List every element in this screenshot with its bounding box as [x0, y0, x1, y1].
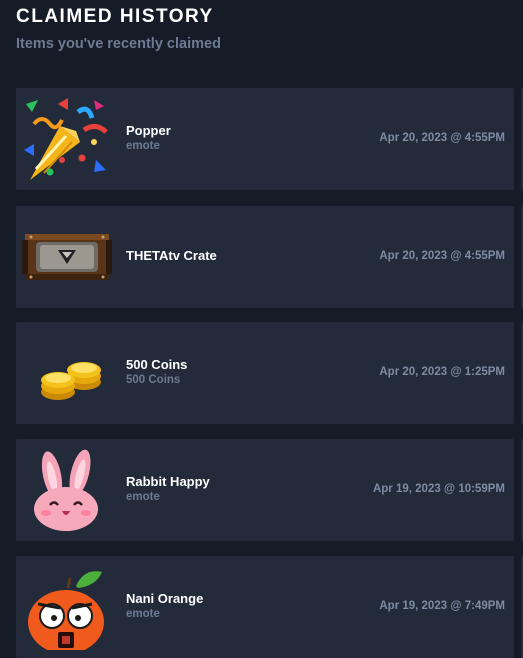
item-claim-date: Apr 20, 2023 @ 4:55PM: [379, 250, 505, 262]
item-type: emote: [126, 608, 160, 620]
coins-icon: [22, 330, 112, 416]
item-name: 500 Coins: [126, 357, 188, 372]
item-name: Rabbit Happy: [126, 474, 210, 489]
rabbit-icon: [22, 447, 112, 533]
item-claim-date: Apr 20, 2023 @ 1:25PM: [379, 366, 505, 378]
history-item-rabbit-happy[interactable]: Rabbit Happy emote Apr 19, 2023 @ 10:59P…: [16, 439, 523, 541]
item-claim-date: Apr 19, 2023 @ 10:59PM: [372, 483, 505, 495]
history-item-500-coins[interactable]: 500 Coins 500 Coins Apr 20, 2023 @ 1:25P…: [16, 322, 523, 424]
item-claim-date: Apr 20, 2023 @ 4:55PM: [379, 132, 505, 144]
item-claim-date: Apr 19, 2023 @ 7:49PM: [379, 600, 505, 612]
popper-icon: [22, 96, 112, 182]
item-name: Popper: [126, 123, 171, 138]
page-title: CLAIMED HISTORY: [16, 6, 214, 27]
claimed-history-panel: CLAIMED HISTORY Items you've recently cl…: [0, 0, 523, 658]
history-item-popper[interactable]: Popper emote Apr 20, 2023 @ 4:55PM: [16, 88, 523, 190]
crate-tv-icon: [22, 214, 112, 300]
orange-icon: [22, 564, 112, 650]
item-type: 500 Coins: [126, 374, 181, 386]
item-type: emote: [126, 140, 160, 152]
page-subtitle: Items you've recently claimed: [16, 36, 221, 52]
item-name: THETAtv Crate: [126, 248, 217, 263]
history-item-nani-orange[interactable]: Nani Orange emote Apr 19, 2023 @ 7:49PM: [16, 556, 523, 658]
history-item-thetatv-crate[interactable]: THETAtv Crate Apr 20, 2023 @ 4:55PM: [16, 206, 523, 308]
item-name: Nani Orange: [126, 591, 204, 606]
item-type: emote: [126, 491, 160, 503]
